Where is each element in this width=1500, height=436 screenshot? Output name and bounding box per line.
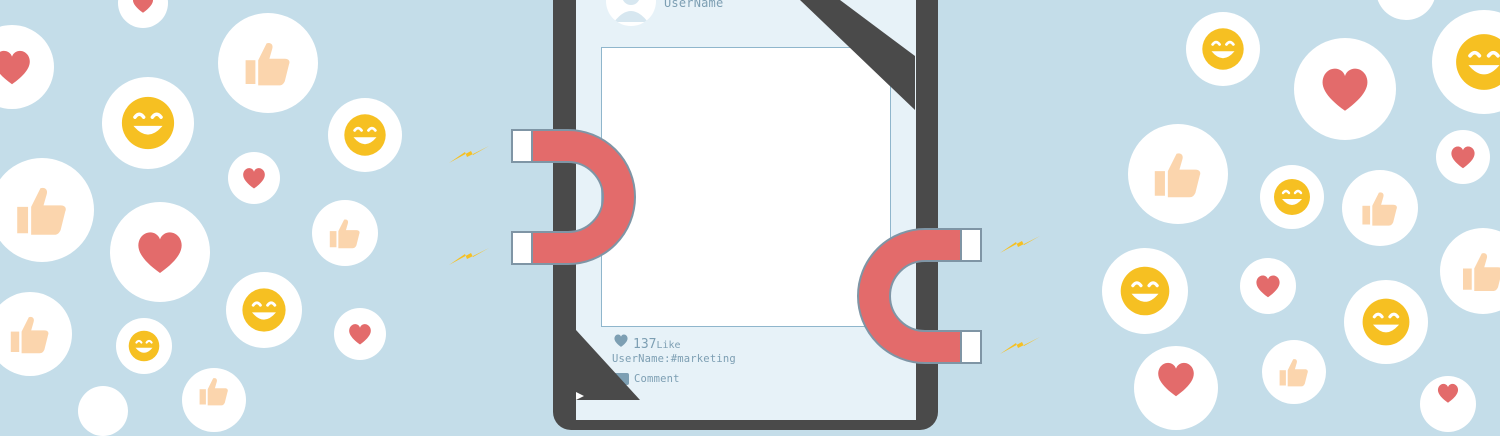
heart-bubble — [334, 308, 386, 360]
illustration: UserName 137Like UserName:#marketing Com… — [0, 0, 1500, 436]
spark-icon — [449, 248, 489, 265]
smile-bubble — [1344, 280, 1428, 364]
heart-icon — [1158, 362, 1194, 397]
smile-bubble — [1102, 248, 1188, 334]
heart-icon — [1322, 68, 1368, 111]
smile-bubble — [1186, 12, 1260, 86]
phone-glare — [800, 0, 915, 110]
thumbs-up-icon — [17, 187, 66, 235]
post-author[interactable]: UserName — [664, 0, 723, 10]
heart-icon — [349, 324, 371, 345]
heart-icon — [243, 168, 265, 189]
smile-icon — [1456, 34, 1500, 90]
spark-icon — [1000, 236, 1040, 253]
phone-glare — [576, 330, 640, 400]
smile-icon — [128, 330, 160, 362]
cursor-icon — [576, 392, 584, 400]
thumbs-up-icon — [1362, 192, 1397, 226]
thumbs-up-icon — [245, 43, 290, 86]
smile-icon — [121, 96, 175, 150]
thumbs-up-bubble — [1262, 340, 1326, 404]
heart-bubble — [110, 202, 210, 302]
heart-bubble — [1240, 258, 1296, 314]
thumbs-up-icon — [199, 378, 228, 406]
heart-icon — [1256, 275, 1280, 298]
smile-bubble — [226, 272, 302, 348]
heart-bubble — [1376, 0, 1436, 20]
thumbs-up-bubble — [218, 13, 318, 113]
heart-icon — [1437, 383, 1459, 403]
heart-bubble — [1134, 346, 1218, 430]
thumbs-up-icon — [10, 316, 49, 354]
smile-icon — [242, 288, 286, 332]
heart-icon — [1451, 146, 1475, 169]
heart-bubble — [1294, 38, 1396, 140]
heart-bubble — [228, 152, 280, 204]
heart-icon — [0, 50, 30, 85]
smile-icon — [1274, 179, 1310, 215]
thumbs-up-icon — [329, 219, 360, 249]
smile-icon — [1202, 28, 1244, 70]
thumbs-up-bubble — [1440, 228, 1500, 314]
smile-bubble — [328, 98, 402, 172]
thumbs-up-bubble — [1342, 170, 1418, 246]
thumbs-up-bubble — [0, 158, 94, 262]
heart-bubble — [1436, 130, 1490, 184]
like-label[interactable]: Like — [656, 340, 680, 351]
heart-bubble — [0, 25, 54, 109]
smile-icon — [1120, 266, 1170, 316]
heart-icon — [132, 0, 154, 13]
smile-icon — [1362, 298, 1410, 346]
heart-bubble — [118, 0, 168, 28]
smile-bubble — [1260, 165, 1324, 229]
heart-bubble — [1420, 376, 1476, 432]
thumbs-up-bubble — [312, 200, 378, 266]
heart-bubble — [78, 386, 128, 436]
thumbs-up-bubble — [182, 368, 246, 432]
thumbs-up-icon — [1279, 359, 1308, 387]
smile-icon — [344, 114, 386, 156]
smile-bubble — [102, 77, 194, 169]
smile-bubble — [116, 318, 172, 374]
magnet-icon — [511, 129, 636, 265]
thumbs-up-icon — [1154, 153, 1201, 198]
thumbs-up-bubble — [1128, 124, 1228, 224]
smile-bubble — [1432, 10, 1500, 114]
magnet-icon — [857, 228, 982, 364]
spark-icon — [1000, 337, 1040, 354]
heart-icon — [138, 232, 182, 273]
thumbs-up-bubble — [0, 292, 72, 376]
thumbs-up-icon — [1463, 253, 1500, 291]
spark-icon — [449, 146, 489, 163]
